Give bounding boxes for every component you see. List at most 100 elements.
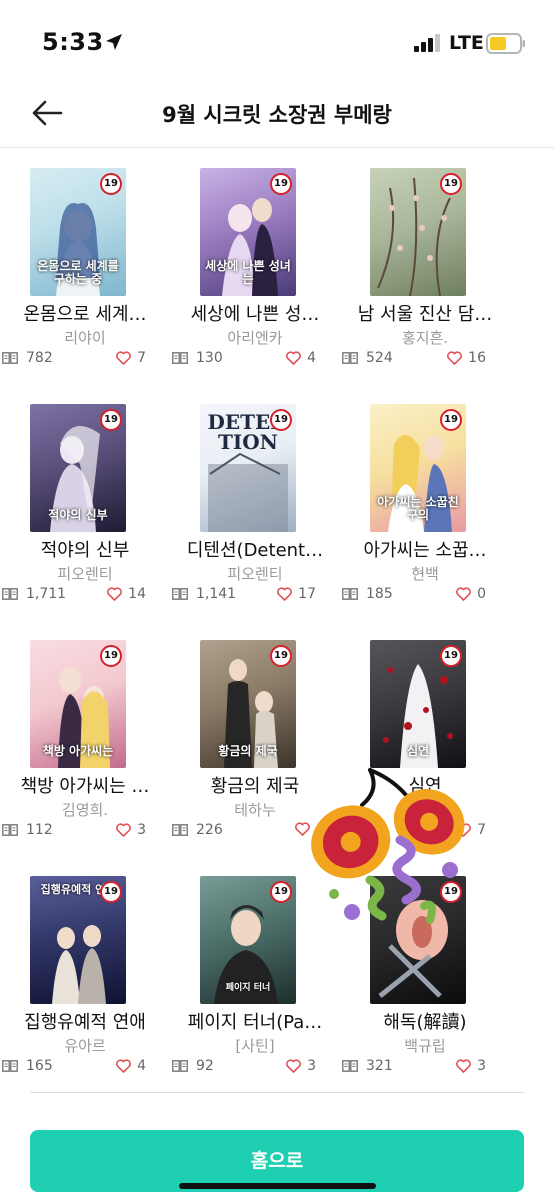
views-value: 165 <box>26 1058 53 1074</box>
book-author: 유아르 <box>64 1037 106 1055</box>
age-19-badge: 19 <box>440 173 462 195</box>
book-title: 적야의 신부 <box>40 540 130 561</box>
book-card[interactable]: 집행유예적 연애 19 집행유예적 연애 유아르 165 4 <box>0 876 170 1086</box>
book-title: 책방 아가씨는 … <box>20 776 150 797</box>
likes-value: 4 <box>307 350 316 366</box>
open-book-icon <box>342 588 358 600</box>
book-title: 페이지 터너(Pa… <box>187 1012 323 1033</box>
heart-icon <box>116 823 132 837</box>
book-author: 피오렌티 <box>57 565 113 583</box>
book-stats: 165 4 <box>0 1058 170 1078</box>
likes-count: 3 <box>286 1058 316 1074</box>
open-book-icon <box>2 588 18 600</box>
age-19-badge: 19 <box>440 645 462 667</box>
book-cover: 19 <box>370 168 466 296</box>
divider <box>30 1092 524 1093</box>
age-19-badge: 19 <box>100 173 122 195</box>
book-cover: 집행유예적 연애 19 <box>30 876 126 1004</box>
book-card[interactable]: 온몸으로 세계를 구하는 중 19 온몸으로 세계… 리야이 782 7 <box>0 168 170 378</box>
open-book-icon <box>342 1060 358 1072</box>
likes-value: 3 <box>137 822 146 838</box>
book-card[interactable]: 책방 아가씨는 19 책방 아가씨는 … 김영희. 112 3 <box>0 640 170 850</box>
cover-title: 황금의 제국 <box>218 743 278 758</box>
views-value: 782 <box>26 350 53 366</box>
likes-value: 7 <box>137 350 146 366</box>
open-book-icon <box>2 824 18 836</box>
book-author: 백규립 <box>404 1037 446 1055</box>
open-book-icon <box>2 1060 18 1072</box>
book-author: 피오렌티 <box>227 565 283 583</box>
book-card[interactable]: 적야의 신부 19 적야의 신부 피오렌티 1,711 14 <box>0 404 170 614</box>
battery-icon <box>486 33 525 54</box>
confetti-sticker <box>311 768 465 924</box>
book-card[interactable]: 19 남 서울 진산 담… 홍지흔. 524 16 <box>340 168 510 378</box>
book-title: 집행유예적 연애 <box>24 1012 146 1033</box>
home-indicator <box>179 1183 376 1189</box>
views-value: 524 <box>366 350 393 366</box>
cover-title: 심연 <box>406 743 430 758</box>
book-title: 해독(解讀) <box>383 1012 467 1033</box>
network-label: LTE <box>449 32 484 54</box>
views-value: 1,141 <box>196 586 237 602</box>
views-value: 130 <box>196 350 223 366</box>
views-value: 92 <box>196 1058 214 1074</box>
book-stats: 1,141 17 <box>170 586 340 606</box>
likes-value: 17 <box>298 586 316 602</box>
book-author: 리야이 <box>64 329 106 347</box>
book-stats: 185 0 <box>340 586 510 606</box>
cover-title: 책방 아가씨는 <box>42 743 114 758</box>
book-author: 아리엔카 <box>227 329 283 347</box>
book-card[interactable]: 아가씨는 소꿉친구의 19 아가씨는 소꿉… 현백 185 0 <box>340 404 510 614</box>
age-19-badge: 19 <box>440 409 462 431</box>
open-book-icon <box>172 824 188 836</box>
book-cover: 황금의 제국 19 <box>200 640 296 768</box>
book-cover: 온몸으로 세계를 구하는 중 19 <box>30 168 126 296</box>
book-cover: 페이지 터너 19 <box>200 876 296 1004</box>
likes-count: 4 <box>286 350 316 366</box>
age-19-badge: 19 <box>270 645 292 667</box>
book-stats: 1,711 14 <box>0 586 170 606</box>
likes-value: 3 <box>477 1058 486 1074</box>
book-stats: 782 7 <box>0 350 170 370</box>
heart-icon <box>286 1059 302 1073</box>
open-book-icon <box>172 352 188 364</box>
book-stats: 321 3 <box>340 1058 510 1078</box>
views-count: 92 <box>172 1058 214 1074</box>
views-count: 321 <box>342 1058 393 1074</box>
views-count: 1,711 <box>2 586 66 602</box>
heart-icon <box>277 587 293 601</box>
heart-icon <box>286 351 302 365</box>
likes-count: 4 <box>116 1058 146 1074</box>
book-cover: 적야의 신부 19 <box>30 404 126 532</box>
location-arrow-icon <box>106 34 122 50</box>
age-19-badge: 19 <box>270 173 292 195</box>
cover-title: 적야의 신부 <box>48 507 108 522</box>
book-card[interactable]: 세상에 나쁜 성녀는 19 세상에 나쁜 성… 아리엔카 130 4 <box>170 168 340 378</box>
book-stats: 130 4 <box>170 350 340 370</box>
views-count: 524 <box>342 350 393 366</box>
book-cover: 심연 19 <box>370 640 466 768</box>
cover-title: 페이지 터너 <box>225 983 271 994</box>
book-author: 현백 <box>411 565 439 583</box>
likes-count: 3 <box>456 1058 486 1074</box>
book-card[interactable]: DETENTION 19 디텐션(Detent… 피오렌티 1,141 17 <box>170 404 340 614</box>
views-count: 130 <box>172 350 223 366</box>
book-title: 남 서울 진산 담… <box>357 304 493 325</box>
book-cover: DETENTION 19 <box>200 404 296 532</box>
views-count: 226 <box>172 822 223 838</box>
views-count: 112 <box>2 822 53 838</box>
views-count: 165 <box>2 1058 53 1074</box>
header: 9월 시크릿 소장권 부메랑 <box>0 88 554 148</box>
book-title: 세상에 나쁜 성… <box>190 304 320 325</box>
book-author: 김영희. <box>61 801 109 819</box>
likes-value: 0 <box>477 586 486 602</box>
age-19-badge: 19 <box>100 645 122 667</box>
views-count: 1,141 <box>172 586 236 602</box>
book-title: 아가씨는 소꿉… <box>363 540 487 561</box>
likes-value: 3 <box>307 1058 316 1074</box>
heart-icon <box>107 587 123 601</box>
views-value: 112 <box>26 822 53 838</box>
cover-title: 세상에 나쁜 성녀는 <box>205 258 291 286</box>
heart-icon <box>116 1059 132 1073</box>
open-book-icon <box>2 352 18 364</box>
